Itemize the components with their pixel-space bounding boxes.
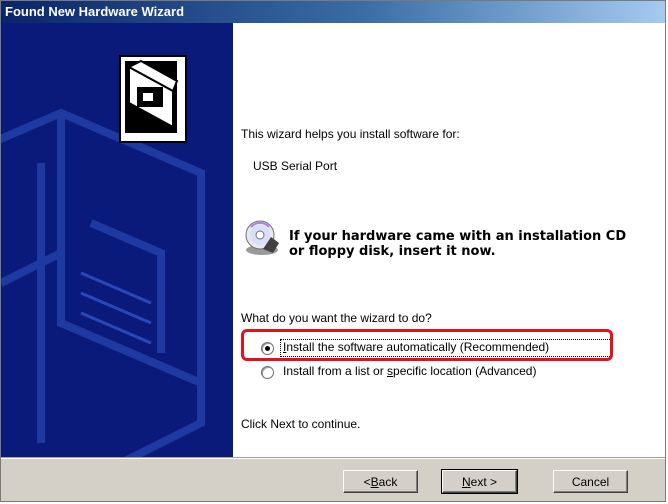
window-title: Found New Hardware Wizard [5, 4, 185, 19]
intro-text: This wizard helps you install software f… [241, 127, 460, 141]
hardware-wizard-icon [119, 55, 187, 143]
cd-notice-line2: or floppy disk, insert it now. [289, 244, 496, 259]
wizard-footer: < Back Next > Cancel [1, 459, 665, 501]
option-install-from-list-label: Install from a list or specific location… [283, 364, 537, 378]
wizard-content: This wizard helps you install software f… [233, 23, 665, 457]
device-name: USB Serial Port [253, 159, 338, 173]
back-button[interactable]: < Back [343, 470, 418, 493]
cd-notice: If your hardware came with an installati… [289, 229, 659, 259]
side-panel-illustration [1, 108, 205, 457]
option-install-from-list[interactable]: Install from a list or specific location… [257, 363, 637, 381]
cd-icon [243, 219, 281, 257]
radio-install-from-list[interactable] [261, 366, 274, 379]
cancel-button[interactable]: Cancel [553, 470, 628, 493]
wizard-window: Found New Hardware Wizard This wizard he… [0, 0, 666, 502]
wizard-side-panel [1, 23, 233, 457]
question-text: What do you want the wizard to do? [241, 311, 432, 325]
continue-hint: Click Next to continue. [241, 417, 361, 431]
title-bar[interactable]: Found New Hardware Wizard [1, 1, 665, 23]
cd-notice-line1: If your hardware came with an installati… [289, 229, 627, 244]
highlight-annotation [241, 329, 613, 361]
next-button[interactable]: Next > [441, 469, 518, 494]
